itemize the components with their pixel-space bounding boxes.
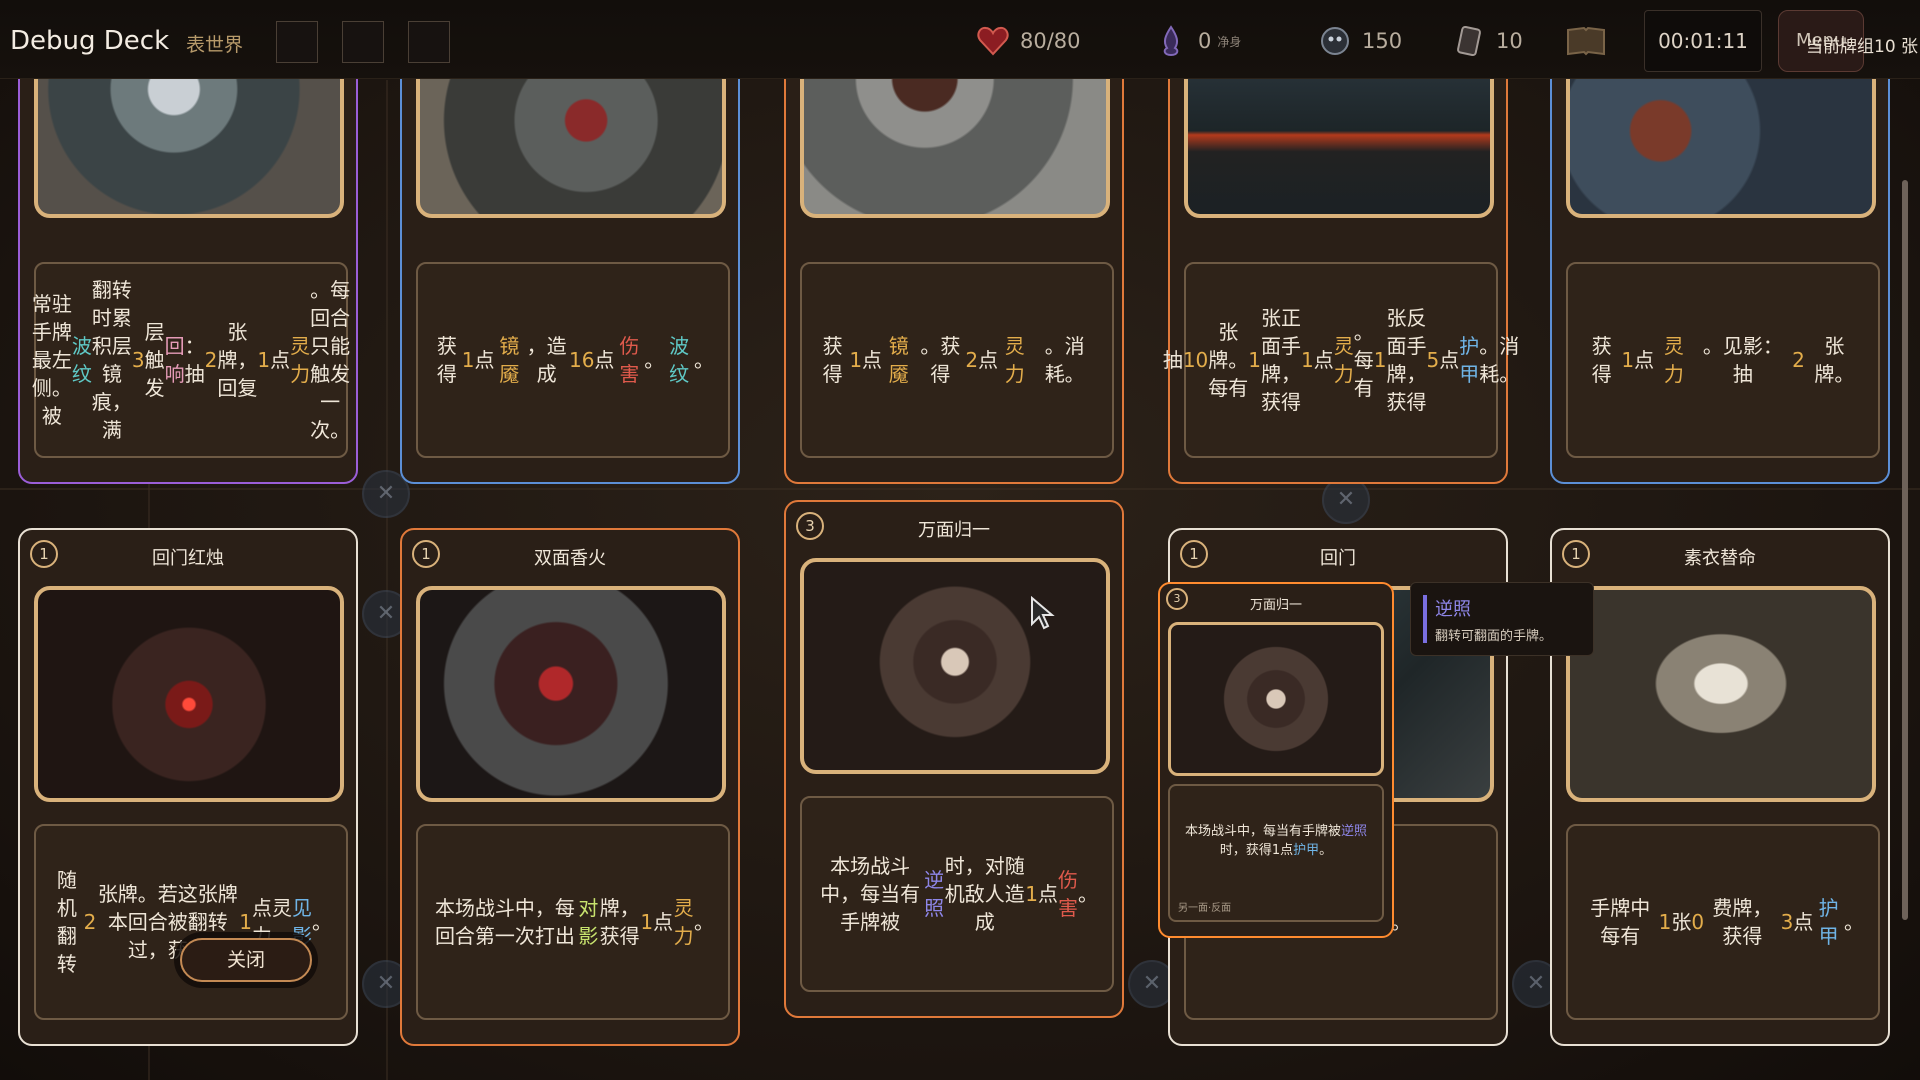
tooltip-accent-bar bbox=[1423, 595, 1427, 643]
tooltip-title: 逆照 bbox=[1435, 599, 1471, 620]
card-icon bbox=[1452, 24, 1486, 58]
card-name: 回门红烛 bbox=[152, 548, 224, 569]
deck-count-label: 当前牌组10 张 bbox=[1806, 37, 1919, 57]
card-description: 获得 1 点灵力 。见影：抽 2 张牌。 bbox=[1566, 262, 1880, 458]
hp-value: 80/80 bbox=[1020, 29, 1081, 53]
hp-stat: 80/80 bbox=[976, 24, 1081, 58]
card-art bbox=[416, 586, 726, 802]
cards-value: 10 bbox=[1496, 29, 1523, 53]
relic-slot-1[interactable] bbox=[276, 21, 318, 63]
close-button[interactable]: 关闭 bbox=[180, 938, 312, 982]
card-description: 抽 10 张牌。每有 1 张正面手牌，获得 1 点灵力 。每有 1 张反面手牌，获得 5 点护甲 。消耗… bbox=[1163, 262, 1519, 458]
souls-value: 150 bbox=[1362, 29, 1403, 53]
map-path-line bbox=[0, 488, 1920, 490]
map-path-line bbox=[386, 80, 388, 1080]
cards-stat: 10 bbox=[1452, 24, 1523, 58]
preview-description-text: 本场战斗中，每当有手牌被逆照时，获得1点护甲。 bbox=[1184, 824, 1368, 858]
world-label[interactable]: 表世界 bbox=[186, 30, 243, 57]
card-name: 回门 bbox=[1320, 548, 1356, 569]
card-art bbox=[34, 586, 344, 802]
card-description: 本场战斗中，每回合第一次打出 对影 牌，获得 1 点灵力。 bbox=[416, 824, 730, 1020]
preview-name: 万面归一 bbox=[1249, 598, 1302, 613]
souls-stat: 150 bbox=[1318, 24, 1402, 58]
map-button[interactable] bbox=[1566, 24, 1605, 58]
map-book-icon[interactable] bbox=[1566, 24, 1605, 58]
heart-icon bbox=[976, 24, 1010, 58]
card-name: 双面香火 bbox=[534, 548, 606, 569]
spirit-icon bbox=[1154, 24, 1188, 58]
card-3[interactable]: 3 万面归一 本场战斗中，每当有手牌被 逆照 时，对随机敌人造成 1 点伤害。 bbox=[784, 500, 1124, 1018]
card-description: 手牌中每有 1 张 0 费牌，获得 3 点护甲。 bbox=[1566, 824, 1880, 1020]
card-description: 获得 1 点镜魇 。获得 2 点灵力 。消耗。 bbox=[800, 262, 1114, 458]
tooltip-body: 翻转可翻面的手牌。 bbox=[1435, 629, 1553, 644]
card-5[interactable]: 1 素衣替命 手牌中每有 1 张 0 费牌，获得 3 点护甲。 bbox=[1550, 528, 1890, 1046]
preview-footer: 另一面·反面 bbox=[1178, 903, 1232, 914]
scrollbar[interactable] bbox=[1902, 180, 1908, 920]
card-description: 获得 1 点镜魇 ，造成 16 点伤害。波纹。 bbox=[416, 262, 730, 458]
preview-art bbox=[1168, 622, 1384, 776]
soul-icon bbox=[1318, 24, 1352, 58]
card-name: 万面归一 bbox=[918, 520, 990, 541]
app-title: Debug Deck bbox=[10, 26, 170, 56]
mouse-cursor-icon bbox=[1030, 595, 1056, 634]
card-name: 素衣替命 bbox=[1684, 548, 1756, 569]
relic-slot-3[interactable] bbox=[408, 21, 450, 63]
top-bar: Debug Deck 表世界 80/80 0 净身 150 10 00:01:1… bbox=[0, 0, 1920, 79]
relic-slot-2[interactable] bbox=[342, 21, 384, 63]
purify-value: 0 bbox=[1198, 29, 1212, 53]
card-art bbox=[1566, 586, 1876, 802]
card-description: 随机翻转 2 张牌。若这张牌本回合被翻转过，获得 1 点灵力。 见影。 bbox=[34, 824, 348, 1020]
purify-stat: 0 净身 bbox=[1154, 24, 1241, 58]
card-preview: 3 万面归一 本场战斗中，每当有手牌被逆照时，获得1点护甲。 另一面·反面 bbox=[1158, 582, 1394, 938]
card-description: 本场战斗中，每当有手牌被 逆照 时，对随机敌人造成 1 点伤害。 bbox=[800, 796, 1114, 992]
run-timer: 00:01:11 bbox=[1644, 10, 1762, 72]
card-description: 常驻手牌最左侧。被 波纹 翻转时累积层镜痕，满 3 层触发 回响 ：抽 2 张牌，回复 1 点灵力。… bbox=[32, 262, 350, 458]
card-art bbox=[800, 558, 1110, 774]
card-2[interactable]: 1 双面香火 本场战斗中，每回合第一次打出 对影 牌，获得 1 点灵力。 bbox=[400, 528, 740, 1046]
preview-description: 本场战斗中，每当有手牌被逆照时，获得1点护甲。 另一面·反面 bbox=[1168, 784, 1384, 922]
purify-label: 净身 bbox=[1217, 34, 1242, 49]
keyword-tooltip: 逆照 翻转可翻面的手牌。 bbox=[1410, 582, 1594, 656]
